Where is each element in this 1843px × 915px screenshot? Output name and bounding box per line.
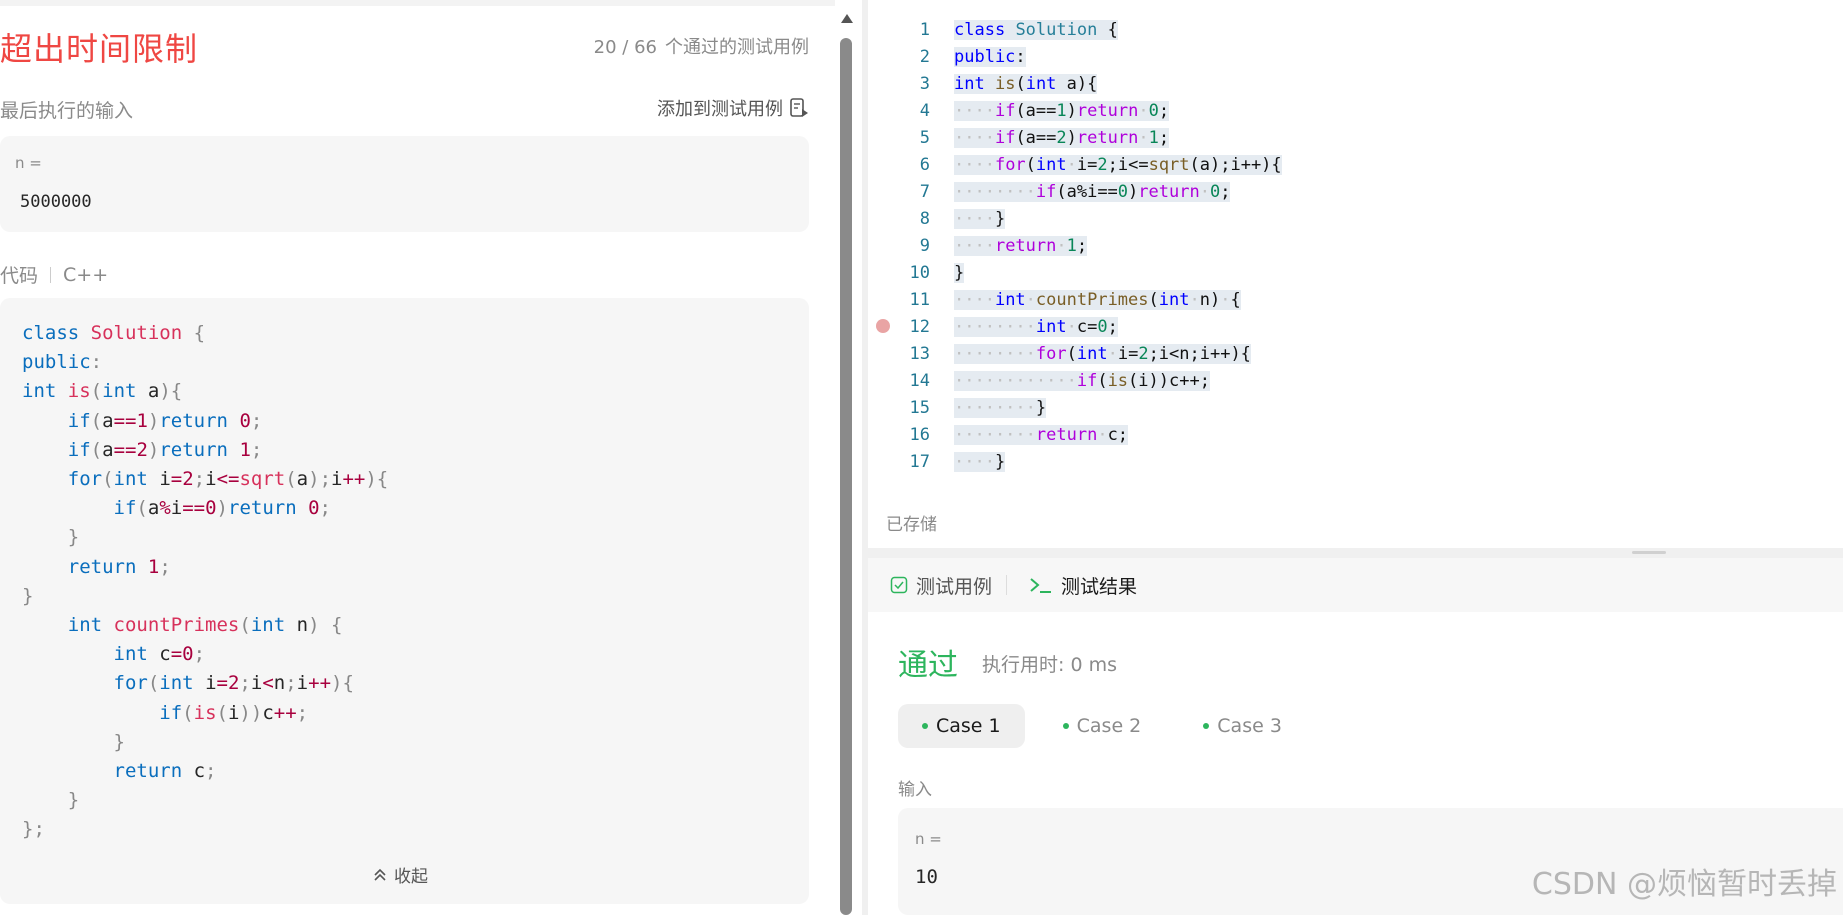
line-number: 12 (909, 317, 930, 337)
input-label: 输入 (898, 780, 932, 800)
line-number: 8 (919, 209, 930, 229)
tab-testcase-label: 测试用例 (916, 575, 993, 598)
case-input-value: 10 (915, 866, 938, 888)
code-line: ····if(a==1)return·0; (954, 101, 1170, 121)
code-label-text: 代码 (0, 265, 39, 287)
scroll-up-arrow-icon[interactable] (841, 14, 853, 23)
line-number: 5 (919, 128, 930, 148)
collapse-button[interactable]: 收起 (372, 862, 428, 887)
terminal-prompt-icon (1030, 578, 1052, 593)
line-number-gutter: 1 2 3 4 5 6 7 8 9 10 11 12 13 14 15 16 1… (868, 17, 948, 476)
runtime-info: 执行用时: 0 ms (982, 654, 1117, 676)
line-number: 2 (919, 47, 930, 67)
pass-dot-icon (1062, 723, 1069, 729)
line-number: 15 (909, 398, 930, 418)
top-border (0, 0, 835, 6)
code-label: 代码 C++ (0, 261, 108, 288)
tab-divider (1006, 575, 1008, 595)
code-line: ····int·countPrimes(int·n)·{ (954, 290, 1241, 310)
code-language: C++ (63, 263, 109, 286)
code-line: int is(int a){ (954, 74, 1098, 94)
code-line: ····} (954, 452, 1006, 472)
case-tab-1[interactable]: Case 1 (898, 704, 1025, 748)
code-line: ········} (954, 398, 1047, 418)
line-number: 17 (909, 452, 930, 472)
watermark: CSDN @烦恼暂时丢掉 (1531, 867, 1837, 902)
chevron-up-double-icon (374, 868, 386, 881)
case-tab-3[interactable]: Case 3 (1179, 704, 1306, 748)
code-line: ········if(a%i==0)return·0; (954, 182, 1231, 202)
collapse-label: 收起 (394, 867, 428, 887)
line-number: 10 (909, 263, 930, 283)
code-line: ············if(is(i))c++; (954, 371, 1210, 391)
add-testcase-icon (790, 98, 808, 117)
passed-count: 20 / 66 个通过的测试用例 (594, 33, 809, 59)
line-number: 1 (919, 20, 930, 40)
code-line: ········return·c; (954, 425, 1129, 445)
add-to-testcase-button[interactable]: 添加到测试用例 (657, 95, 809, 121)
code-line: ········for(int·i=2;i<n;i++){ (954, 344, 1251, 364)
case-tabs: Case 1 Case 2 Case 3 (898, 704, 1306, 748)
tab-testcase[interactable]: 测试用例 (890, 572, 992, 599)
app-root: 超出时间限制 20 / 66 个通过的测试用例 最后执行的输入 添加到测试用例 n… (0, 0, 1843, 915)
resize-grip[interactable] (1632, 551, 1666, 554)
line-number: 11 (909, 290, 930, 310)
submission-result-panel: 超出时间限制 20 / 66 个通过的测试用例 最后执行的输入 添加到测试用例 n… (0, 0, 835, 915)
pass-dot-icon (1203, 723, 1210, 729)
line-number: 16 (909, 425, 930, 445)
line-number: 4 (919, 101, 930, 121)
add-testcase-label: 添加到测试用例 (657, 99, 783, 120)
label-divider (50, 266, 52, 283)
code-line: ····for(int·i=2;i<=sqrt(a);i++){ (954, 155, 1282, 175)
case-tab-label: Case 1 (936, 715, 1001, 737)
results-tab-bar: 测试用例 测试结果 (868, 558, 1843, 612)
line-number: 3 (919, 74, 930, 94)
code-line: ····} (954, 209, 1006, 229)
input-var-name: n = (15, 154, 42, 172)
line-number: 13 (909, 344, 930, 364)
passed-text: 个通过的测试用例 (665, 37, 809, 58)
line-number: 9 (919, 236, 930, 256)
line-number: 6 (919, 155, 930, 175)
submitted-code: class Solution { public: int is(int a){ … (22, 322, 389, 841)
pass-dot-icon (922, 723, 928, 729)
status-title: 超出时间限制 (0, 30, 199, 68)
passed-number: 20 / 66 (593, 37, 657, 58)
code-line: ········int·c=0; (954, 317, 1118, 337)
case-input-var: n = (915, 830, 942, 848)
code-line: public: (954, 47, 1026, 67)
line-number: 14 (909, 371, 930, 391)
code-line: ····if(a==2)return·1; (954, 128, 1170, 148)
code-line: } (954, 263, 965, 283)
input-var-value: 5000000 (20, 192, 92, 212)
saved-status: 已存储 (886, 515, 937, 535)
scrollbar-thumb[interactable] (840, 38, 852, 915)
editor-code[interactable]: class Solution { public: int is(int a){ … (954, 17, 1282, 476)
code-line: class Solution { (954, 20, 1118, 40)
code-editor[interactable]: 1 2 3 4 5 6 7 8 9 10 11 12 13 14 15 16 1… (868, 0, 1843, 548)
last-input-label: 最后执行的输入 (0, 100, 134, 122)
submitted-code-block: class Solution { public: int is(int a){ … (0, 298, 809, 904)
tab-test-result[interactable]: 测试结果 (1029, 572, 1137, 599)
case-tab-label: Case 2 (1076, 715, 1142, 737)
case-tab-2[interactable]: Case 2 (1039, 704, 1166, 748)
case-tab-label: Case 3 (1217, 715, 1282, 737)
checkbox-icon (890, 576, 908, 594)
line-number: 7 (919, 182, 930, 202)
horizontal-resize-bar[interactable] (868, 548, 1843, 558)
last-input-box: n = 5000000 (0, 136, 809, 232)
code-line: ····return·1; (954, 236, 1088, 256)
tab-test-result-label: 测试结果 (1061, 575, 1138, 598)
result-status: 通过 (898, 648, 958, 683)
